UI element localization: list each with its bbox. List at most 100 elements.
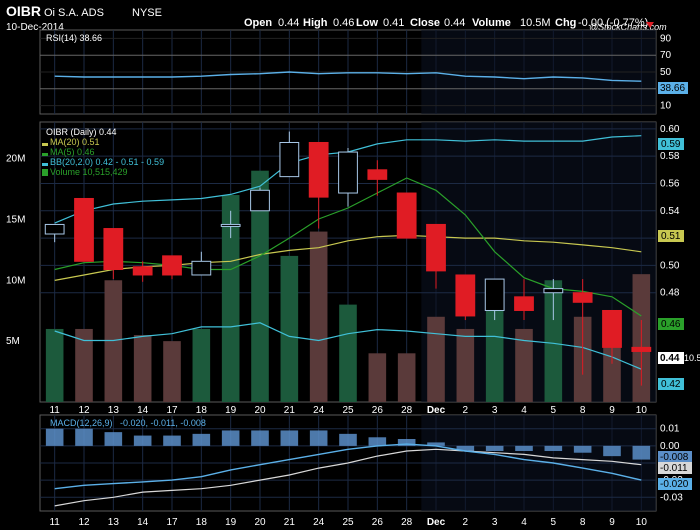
volume-bar: [339, 304, 357, 402]
volume-bar: [456, 328, 475, 402]
price-tick-label: 0.48: [660, 288, 680, 299]
macd-legend-name: MACD(12,26,9): [50, 418, 113, 428]
low-label: Low: [356, 17, 378, 29]
x-tick-label-bottom: 13: [108, 517, 120, 528]
candle-body: [484, 278, 505, 311]
rsi-legend: RSI(14) 38.66: [46, 33, 102, 43]
x-tick-label-bottom: 3: [492, 517, 498, 528]
chg-value: -0.00 (-0.77%): [578, 17, 648, 29]
macd-histogram-bar: [485, 445, 504, 451]
x-tick-label: 8: [580, 405, 586, 416]
chart-svg: OIBR Oi S.A. ADS NYSE 10-Dec-2014 @Stock…: [6, 3, 700, 528]
ma20-swatch: [42, 143, 48, 146]
x-tick-label: 11: [49, 405, 60, 416]
ma5-swatch: [42, 153, 48, 156]
x-tick-label-bottom: 19: [225, 517, 237, 528]
x-tick-label-bottom: 5: [551, 517, 557, 528]
x-tick-label-bottom: 18: [196, 517, 208, 528]
close-label: Close: [410, 17, 440, 29]
exchange-name: NYSE: [132, 7, 162, 19]
x-tick-label: 3: [492, 405, 498, 416]
volume-tick-label: 10M: [6, 275, 25, 286]
close-text: 0.44: [660, 353, 680, 364]
rsi-tick-label: 90: [660, 33, 672, 44]
x-tick-label: 24: [313, 405, 325, 416]
macd-tick-label: 0.00: [660, 441, 680, 452]
x-tick-label-bottom: 28: [401, 517, 413, 528]
x-tick-label-bottom: 4: [521, 517, 527, 528]
volume-bar: [45, 328, 64, 402]
macd-hist-text: -0.008: [660, 452, 689, 463]
x-tick-label-bottom: 11: [49, 517, 60, 528]
macd-histogram-bar: [280, 430, 299, 446]
macd-histogram-bar: [221, 430, 240, 446]
price-tick-label: 0.58: [660, 151, 680, 162]
x-tick-label-bottom: 2: [463, 517, 469, 528]
volume-bar: [133, 335, 152, 402]
x-tick-label: 17: [166, 405, 178, 416]
volume-bar: [163, 341, 181, 402]
price-tick-label: 0.50: [660, 260, 680, 271]
bb-lower-text: 0.42: [661, 379, 681, 390]
macd-histogram-bar: [339, 433, 357, 446]
low-value: 0.41: [383, 17, 404, 29]
macd-histogram-bar: [544, 445, 563, 451]
macd-histogram-bar: [632, 445, 651, 460]
x-tick-label-bottom: 26: [372, 517, 384, 528]
x-tick-label-bottom: 12: [78, 517, 90, 528]
candle-body: [455, 274, 476, 317]
x-tick-label-bottom: 9: [609, 517, 615, 528]
volume-legend: Volume 10,515,429: [50, 167, 128, 177]
high-value: 0.46: [333, 17, 354, 29]
macd-histogram-bar: [603, 445, 621, 457]
volume-tick-label: 15M: [6, 214, 25, 225]
x-tick-label: 28: [401, 405, 413, 416]
candle-body: [396, 192, 417, 239]
x-tick-label-bottom: 14: [137, 517, 149, 528]
close-value: 0.44: [444, 17, 465, 29]
x-tick-label: 21: [284, 405, 296, 416]
high-label: High: [303, 17, 328, 29]
ma20-text: 0.51: [661, 231, 681, 242]
x-tick-label: 12: [78, 405, 90, 416]
candle-body: [44, 223, 65, 235]
candle-body: [220, 223, 241, 227]
volume-bar: [309, 231, 328, 402]
x-tick-label-bottom: 24: [313, 517, 325, 528]
x-tick-label-bottom: 21: [284, 517, 296, 528]
x-tick-label: 19: [225, 405, 237, 416]
x-tick-label: 13: [108, 405, 120, 416]
volume-value-text: 10.542: [684, 353, 700, 363]
price-tick-label: 0.60: [660, 124, 680, 135]
rsi-value-text: 38.66: [660, 83, 685, 94]
candle-body: [602, 309, 622, 348]
candle-body: [543, 288, 564, 294]
candle-body: [162, 255, 182, 276]
volume-bar: [192, 328, 211, 402]
x-tick-label: 5: [551, 405, 557, 416]
rsi-tick-label: 50: [660, 67, 672, 78]
candle-body: [250, 189, 270, 212]
rsi-tick-label: 10: [660, 101, 672, 112]
volume-value: 10.5M: [520, 17, 551, 29]
candle-body: [367, 169, 388, 180]
bb-swatch: [42, 163, 48, 166]
x-tick-label: 18: [196, 405, 208, 416]
macd-legend-values: -0.020, -0.011, -0.008: [120, 418, 206, 428]
candle-body: [631, 346, 652, 352]
volume-bar: [397, 353, 416, 402]
x-tick-label: 14: [137, 405, 149, 416]
open-label: Open: [244, 17, 272, 29]
x-tick-label-bottom: 20: [254, 517, 266, 528]
x-tick-label: Dec: [427, 405, 446, 416]
candle-body: [279, 141, 300, 178]
x-tick-label: 2: [463, 405, 469, 416]
volume-bar: [280, 255, 299, 402]
x-tick-label: 9: [609, 405, 615, 416]
volume-tick-label: 5M: [6, 336, 20, 347]
macd-histogram-bar: [104, 432, 123, 446]
price-tick-label: 0.56: [660, 178, 680, 189]
candle-body: [74, 197, 94, 262]
volume-bar: [427, 316, 445, 402]
macd-tick-label: 0.01: [660, 424, 680, 435]
